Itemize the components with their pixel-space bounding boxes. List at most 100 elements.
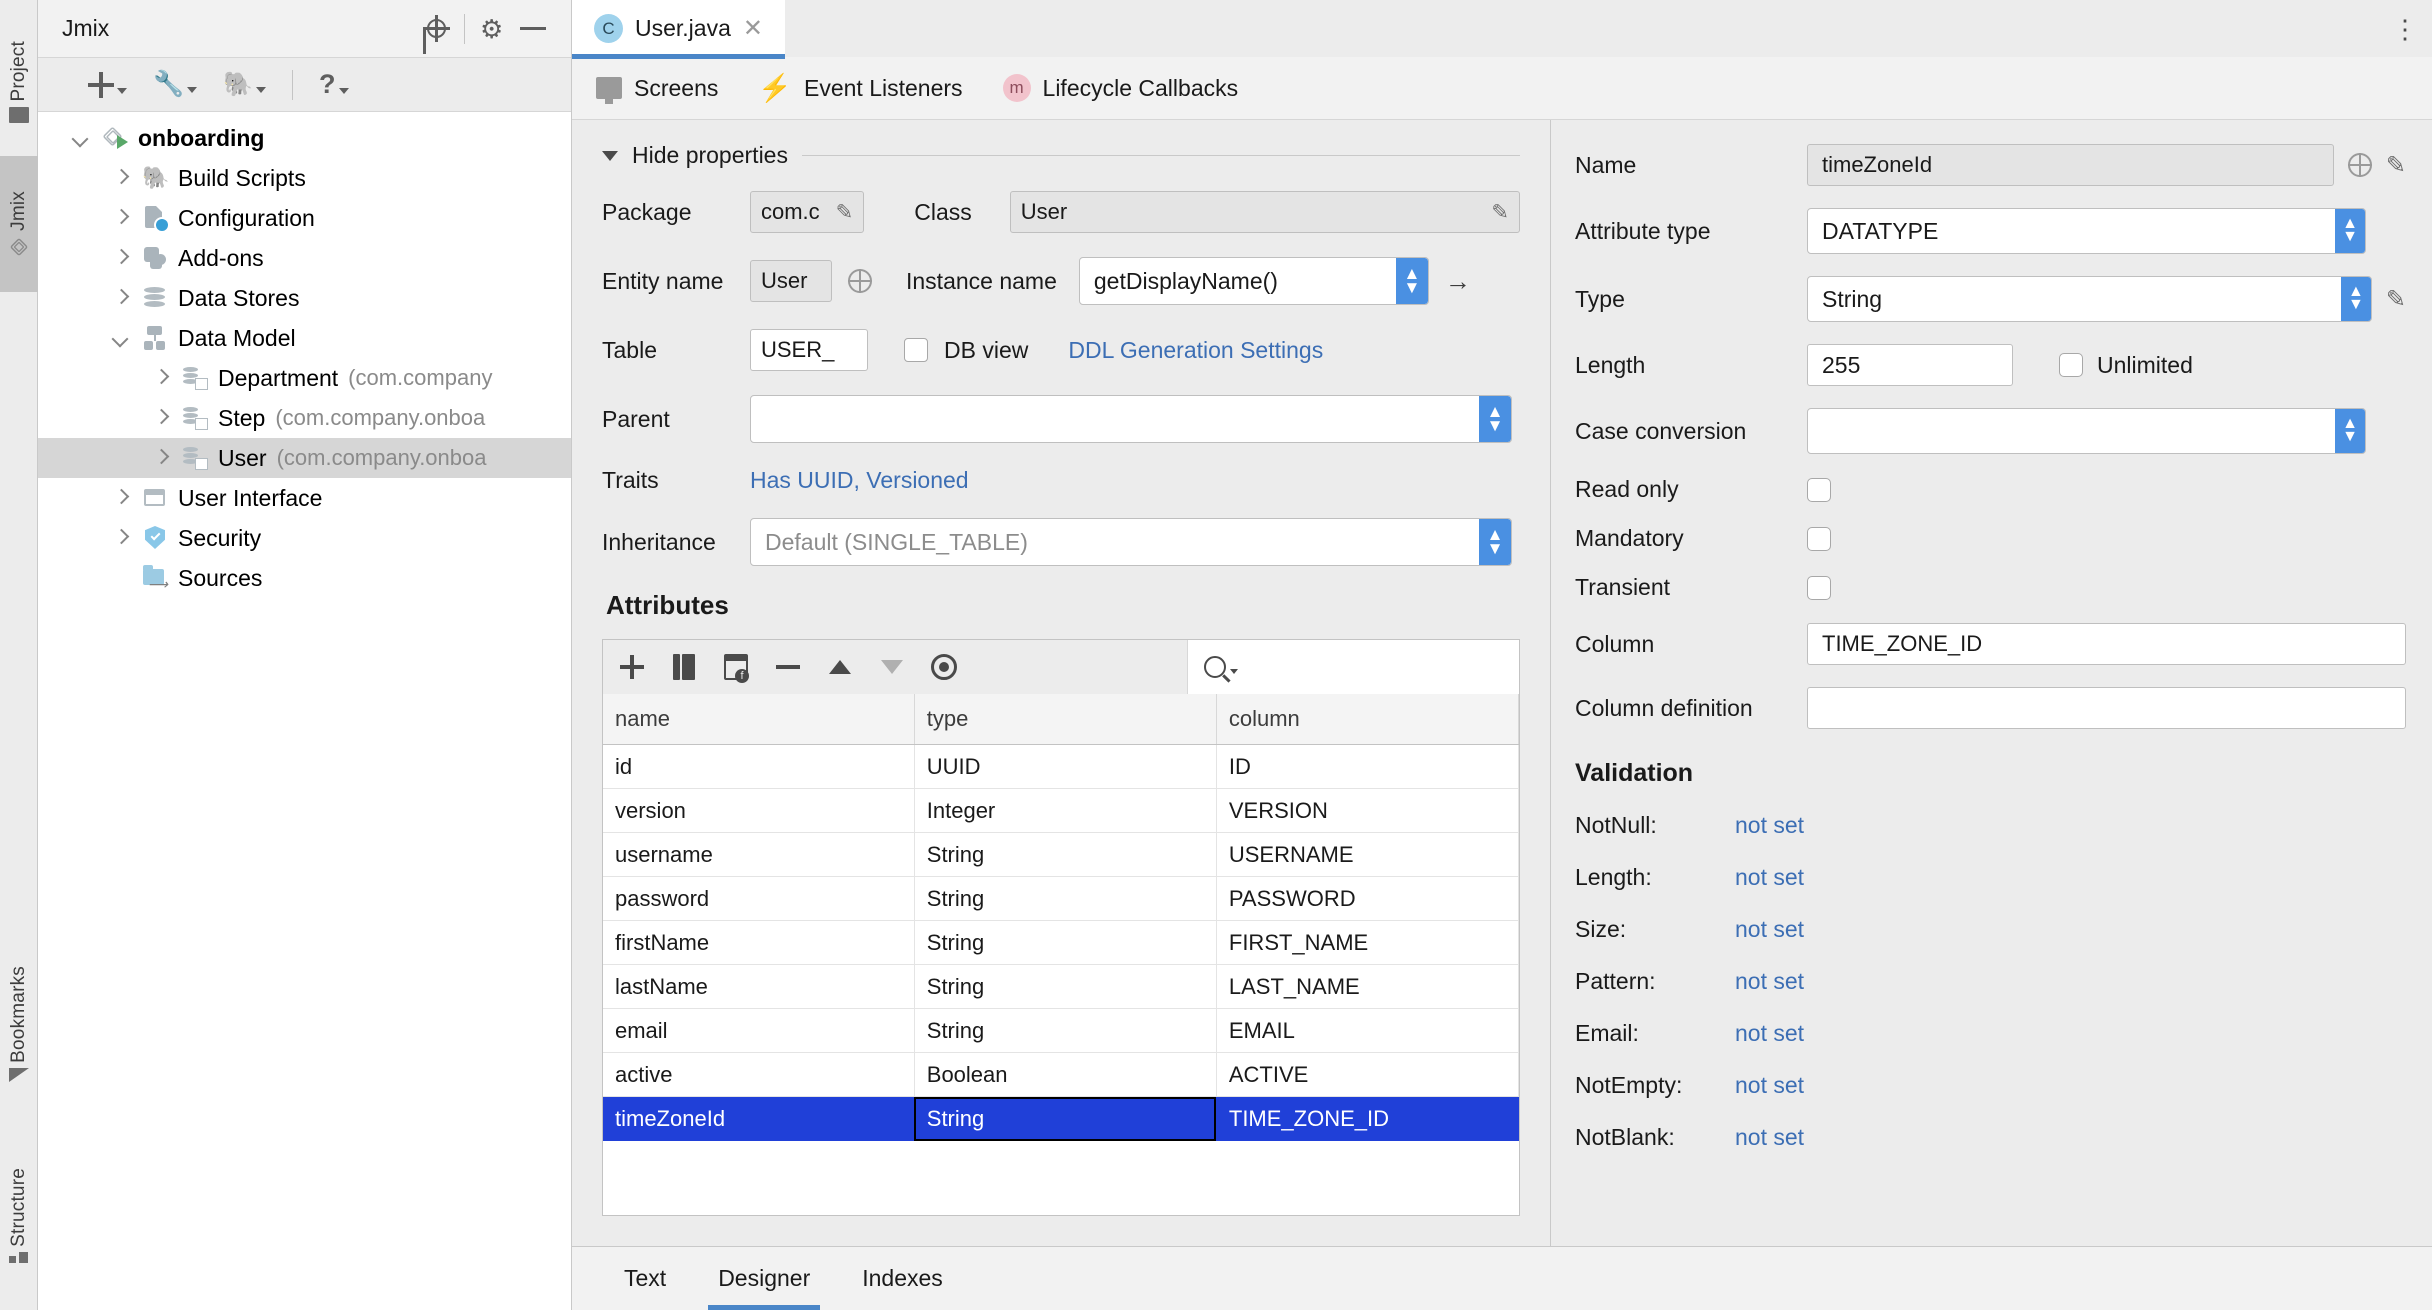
tools-button[interactable]: 🔧 [153,72,198,97]
table-row[interactable]: version Integer VERSION [603,788,1520,833]
unlimited-checkbox[interactable] [2059,353,2083,377]
pencil-icon[interactable]: ✎ [2386,285,2406,314]
chevron-right-icon[interactable] [110,527,132,549]
chevron-right-icon[interactable] [110,207,132,229]
chevron-right-icon[interactable] [150,407,172,429]
column-header-name[interactable]: name [603,694,915,745]
package-field[interactable]: com.c ✎ [750,191,865,233]
ddl-generation-settings-link[interactable]: DDL Generation Settings [1068,337,1323,364]
table-row[interactable]: timeZoneId String TIME_ZONE_ID [603,1096,1520,1141]
cell-name[interactable]: lastName [603,964,915,1009]
pencil-icon[interactable]: ✎ [836,200,854,225]
validation-value-link[interactable]: not set [1735,812,1804,839]
cell-name[interactable]: firstName [603,920,915,965]
locate-button[interactable] [416,9,456,49]
search-input[interactable] [1242,653,1482,681]
navigate-arrow-icon[interactable]: → [1445,266,1471,297]
tree-item-configuration[interactable]: Configuration [38,198,571,238]
cell-name[interactable]: version [603,788,915,833]
spinner-icon[interactable]: ▲ ▼ [2335,409,2365,453]
type-combo[interactable]: String ▲ ▼ [1807,276,2372,322]
spinner-icon[interactable]: ▲ ▼ [1395,258,1428,304]
globe-icon[interactable] [848,269,872,293]
parent-combo[interactable]: ▲ ▼ [750,395,1512,443]
mandatory-checkbox[interactable] [1807,526,1831,551]
add-attribute-button[interactable] [617,652,647,682]
tab-designer[interactable]: Designer [696,1247,832,1310]
cell-type[interactable]: String [914,832,1217,877]
cell-column[interactable]: EMAIL [1216,1008,1520,1053]
table-row[interactable]: active Boolean ACTIVE [603,1052,1520,1097]
sidebar-tab-jmix[interactable]: Jmix [0,156,38,292]
editor-tab-user-java[interactable]: C User.java ✕ [572,0,785,59]
tree-item-step[interactable]: Step (com.company.onboa [38,398,571,438]
tree-item-user[interactable]: User (com.company.onboa [38,438,571,478]
close-icon[interactable]: ✕ [743,16,763,41]
cell-type[interactable]: String [914,964,1217,1009]
sidebar-tab-bookmarks[interactable]: Bookmarks [0,934,38,1114]
cell-name[interactable]: active [603,1052,915,1097]
tree-item-user-interface[interactable]: User Interface [38,478,571,518]
validation-value-link[interactable]: not set [1735,916,1804,943]
remove-attribute-button[interactable] [773,652,803,682]
column-field[interactable]: TIME_ZONE_ID [1807,623,2406,665]
inheritance-combo[interactable]: Default (SINGLE_TABLE) ▲ ▼ [750,518,1512,566]
cell-type[interactable]: String [914,876,1217,921]
cell-type[interactable]: String [914,1008,1217,1053]
tree-item-build-scripts[interactable]: 🐘 Build Scripts [38,158,571,198]
help-button[interactable]: ? [319,71,349,98]
cell-name[interactable]: id [603,744,915,789]
table-row[interactable]: lastName String LAST_NAME [603,964,1520,1009]
spinner-icon[interactable]: ▲ ▼ [1479,519,1511,565]
table-row[interactable]: password String PASSWORD [603,876,1520,921]
move-up-button[interactable] [825,652,855,682]
instance-name-combo[interactable]: getDisplayName() ▲ ▼ [1078,257,1429,305]
table-row[interactable]: username String USERNAME [603,832,1520,877]
cell-column[interactable]: LAST_NAME [1216,964,1520,1009]
tree-item-add-ons[interactable]: Add-ons [38,238,571,278]
cell-type[interactable]: String [914,920,1217,965]
name-field[interactable]: timeZoneId [1807,144,2334,186]
traits-link[interactable]: Has UUID, Versioned [750,467,969,494]
tree-item-data-stores[interactable]: Data Stores [38,278,571,318]
table-field[interactable]: USER_ [750,329,868,371]
db-view-checkbox[interactable] [904,338,928,362]
cell-name[interactable]: username [603,832,915,877]
spinner-icon[interactable]: ▲ ▼ [1479,396,1511,442]
cell-column[interactable]: FIRST_NAME [1216,920,1520,965]
tab-text[interactable]: Text [602,1247,688,1310]
attributes-search-box[interactable] [1187,640,1519,694]
tree-item-department[interactable]: Department (com.company [38,358,571,398]
tree-item-data-model[interactable]: Data Model [38,318,571,358]
cell-type[interactable]: Integer [914,788,1217,833]
tree-item-security[interactable]: Security [38,518,571,558]
chevron-right-icon[interactable] [150,447,172,469]
cell-column[interactable]: ACTIVE [1216,1052,1520,1097]
tab-indexes[interactable]: Indexes [840,1247,965,1310]
sidebar-tab-structure[interactable]: Structure [0,1132,38,1300]
chevron-right-icon[interactable] [110,487,132,509]
subtab-screens[interactable]: Screens [596,75,718,104]
hide-properties-toggle[interactable]: Hide properties [602,142,1520,169]
chevron-right-icon[interactable] [150,367,172,389]
view-button[interactable] [929,652,959,682]
cell-column[interactable]: PASSWORD [1216,876,1520,921]
transient-checkbox[interactable] [1807,575,1831,600]
subtab-event-listeners[interactable]: ⚡ Event Listeners [758,74,962,102]
attributes-table[interactable]: name type column id UUID ID version Integer VER… [603,694,1520,1141]
cell-name[interactable]: email [603,1008,915,1053]
gradle-button[interactable]: 🐘 [223,72,267,97]
class-field[interactable]: User ✎ [1009,191,1520,233]
validation-value-link[interactable]: not set [1735,1072,1804,1099]
minimize-button[interactable] [513,9,553,49]
subtab-lifecycle-callbacks[interactable]: m Lifecycle Callbacks [1002,74,1238,102]
validation-value-link[interactable]: not set [1735,864,1804,891]
cell-type[interactable]: String [914,1096,1217,1141]
table-row[interactable]: id UUID ID [603,744,1520,789]
jmix-project-tree[interactable]: onboarding 🐘 Build Scripts Configuration Add… [38,112,571,1310]
cell-name[interactable]: timeZoneId [603,1096,915,1141]
cell-column[interactable]: ID [1216,744,1520,789]
editor-options-button[interactable]: ⋮ [2392,0,2418,57]
pencil-icon[interactable]: ✎ [1491,200,1509,225]
chevron-down-icon[interactable] [110,327,132,349]
